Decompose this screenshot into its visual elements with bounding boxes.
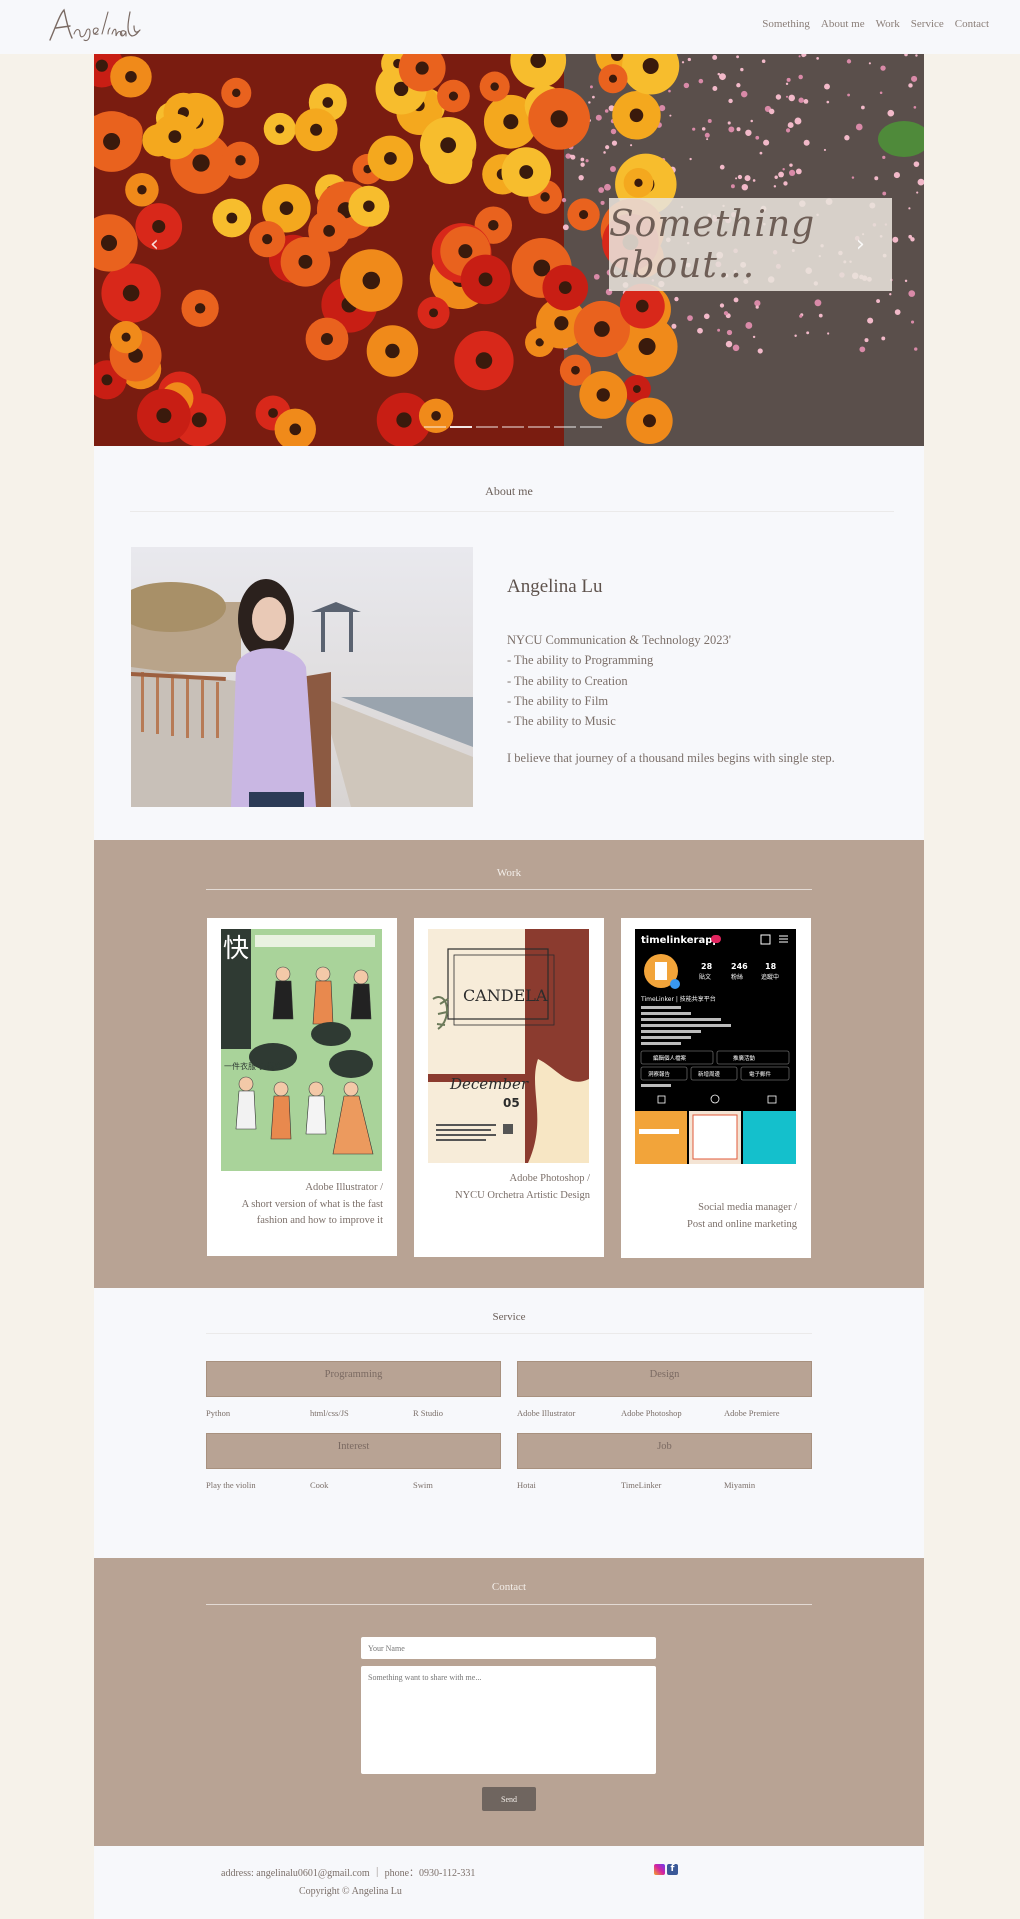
nav-contact[interactable]: Contact bbox=[955, 18, 989, 30]
svg-text:一件衣服 百樣穿: 一件衣服 百樣穿 bbox=[224, 1061, 283, 1071]
divider bbox=[206, 1333, 812, 1334]
work-caption: Adobe Photoshop / NYCU Orchetra Artistic… bbox=[454, 1173, 590, 1201]
candela-poster-image: CANDELA December 2020 05 bbox=[428, 929, 589, 1163]
svg-text:洞察報告: 洞察報告 bbox=[648, 1070, 671, 1078]
work-card-social[interactable]: timelinkerapp 28 貼文 246 粉絲 18 追蹤中 TimeLi… bbox=[621, 918, 811, 1258]
carousel-indicator[interactable] bbox=[476, 426, 498, 428]
svg-text:快: 快 bbox=[223, 934, 249, 964]
service-item: html/css/JS bbox=[310, 1408, 349, 1418]
main-nav: Something About me Work Service Contact bbox=[762, 18, 989, 30]
svg-text:18: 18 bbox=[765, 962, 777, 971]
service-item: Play the violin bbox=[206, 1480, 256, 1490]
about-line: - The ability to Music bbox=[507, 714, 616, 729]
contact-info: address: angelinalu0601@gmail.com ｜ phon… bbox=[221, 1868, 476, 1879]
work-caption: Social media manager / Post and online m… bbox=[687, 1202, 797, 1230]
service-interest[interactable]: Interest bbox=[206, 1433, 501, 1469]
work-card-illustrator[interactable]: 快 一件衣服 百樣穿 Adobe Illustrator / A short v… bbox=[207, 918, 397, 1256]
svg-text:246: 246 bbox=[731, 962, 748, 971]
svg-text:28: 28 bbox=[701, 962, 713, 971]
svg-text:貼文: 貼文 bbox=[699, 973, 711, 981]
about-quote: I believe that journey of a thousand mil… bbox=[507, 751, 835, 765]
nav-work[interactable]: Work bbox=[876, 18, 900, 30]
about-section: About me Angelina Lu NYCU Communication … bbox=[94, 446, 924, 840]
service-design[interactable]: Design bbox=[517, 1361, 812, 1397]
hero-caption-text: Something about... bbox=[609, 203, 816, 286]
carousel-indicator[interactable] bbox=[528, 426, 550, 428]
carousel-indicators bbox=[424, 426, 602, 428]
carousel-indicator[interactable] bbox=[424, 426, 446, 428]
service-job[interactable]: Job bbox=[517, 1433, 812, 1469]
hero-carousel[interactable]: Something about... ‹ › bbox=[94, 54, 924, 446]
about-title: About me bbox=[485, 484, 533, 498]
svg-text:December: December bbox=[449, 1075, 529, 1093]
service-title: Service bbox=[492, 1311, 526, 1323]
portrait-photo bbox=[131, 547, 473, 807]
divider bbox=[206, 1604, 812, 1605]
service-item: Hotai bbox=[517, 1480, 536, 1490]
chevron-right-icon[interactable]: › bbox=[856, 232, 865, 257]
work-section: Work 快 一件衣服 百樣穿 Adobe Illustrator / A sh… bbox=[94, 840, 924, 1288]
send-button[interactable]: Send bbox=[482, 1787, 536, 1811]
carousel-indicator[interactable] bbox=[554, 426, 576, 428]
service-item: Miyamin bbox=[724, 1480, 756, 1490]
svg-text:TimeLinker | 技能共享平台: TimeLinker | 技能共享平台 bbox=[640, 995, 716, 1003]
hero-caption: Something about... bbox=[609, 198, 892, 291]
service-item: Cook bbox=[310, 1480, 329, 1490]
service-section: Service Programming Python html/css/JS R… bbox=[94, 1288, 924, 1558]
contact-title: Contact bbox=[491, 1581, 527, 1593]
svg-text:粉絲: 粉絲 bbox=[731, 973, 743, 981]
about-line: NYCU Communication & Technology 2023' bbox=[507, 633, 732, 647]
divider bbox=[206, 889, 812, 890]
service-item: Adobe Illustrator bbox=[517, 1408, 576, 1418]
nav-service[interactable]: Service bbox=[911, 18, 944, 30]
facebook-icon[interactable]: f bbox=[667, 1864, 678, 1875]
svg-text:推廣活動: 推廣活動 bbox=[733, 1054, 756, 1062]
instagram-icon[interactable] bbox=[654, 1864, 665, 1875]
about-line: - The ability to Programming bbox=[507, 653, 654, 668]
service-programming[interactable]: Programming bbox=[206, 1361, 501, 1397]
service-item: Swim bbox=[413, 1480, 433, 1490]
social-links: f bbox=[654, 1864, 678, 1875]
message-textarea[interactable] bbox=[361, 1666, 656, 1774]
carousel-indicator[interactable] bbox=[502, 426, 524, 428]
service-item: TimeLinker bbox=[621, 1480, 662, 1490]
work-card-photoshop[interactable]: CANDELA December 2020 05 Adobe Photoshop… bbox=[414, 918, 604, 1257]
copyright: Copyright © Angelina Lu bbox=[299, 1886, 402, 1897]
about-line: - The ability to Film bbox=[507, 693, 609, 708]
instagram-profile-image: timelinkerapp 28 貼文 246 粉絲 18 追蹤中 TimeLi… bbox=[635, 929, 796, 1191]
service-item: Adobe Photoshop bbox=[621, 1408, 682, 1418]
work-title: Work bbox=[496, 867, 522, 879]
logo[interactable] bbox=[44, 4, 144, 48]
divider bbox=[130, 511, 894, 512]
fashion-poster-image: 快 一件衣服 百樣穿 bbox=[221, 929, 382, 1171]
contact-section: Contact Send bbox=[94, 1558, 924, 1846]
svg-text:05: 05 bbox=[503, 1096, 520, 1110]
svg-text:追蹤中: 追蹤中 bbox=[761, 973, 779, 981]
carousel-indicator[interactable] bbox=[450, 426, 472, 428]
svg-text:timelinkerapp: timelinkerapp bbox=[641, 935, 720, 946]
work-caption: Adobe Illustrator / A short version of w… bbox=[241, 1182, 383, 1226]
about-name: Angelina Lu bbox=[507, 576, 603, 597]
svg-text:編輯個人檔案: 編輯個人檔案 bbox=[653, 1054, 687, 1062]
svg-text:新增周邊: 新增周邊 bbox=[698, 1070, 721, 1078]
service-item: Python bbox=[206, 1408, 231, 1418]
nav-something[interactable]: Something bbox=[762, 18, 810, 30]
svg-text:CANDELA: CANDELA bbox=[463, 986, 548, 1005]
about-ability-list: NYCU Communication & Technology 2023' - … bbox=[507, 630, 731, 731]
about-line: - The ability to Creation bbox=[507, 673, 628, 688]
svg-text:電子郵件: 電子郵件 bbox=[749, 1070, 772, 1078]
service-item: R Studio bbox=[413, 1408, 443, 1418]
site-footer: address: angelinalu0601@gmail.com ｜ phon… bbox=[94, 1846, 924, 1919]
nav-about-me[interactable]: About me bbox=[821, 18, 865, 30]
chevron-left-icon[interactable]: ‹ bbox=[150, 232, 159, 257]
name-input[interactable] bbox=[361, 1637, 656, 1659]
site-header: Something About me Work Service Contact bbox=[0, 0, 1020, 54]
carousel-indicator[interactable] bbox=[580, 426, 602, 428]
service-item: Adobe Premiere bbox=[724, 1408, 780, 1418]
